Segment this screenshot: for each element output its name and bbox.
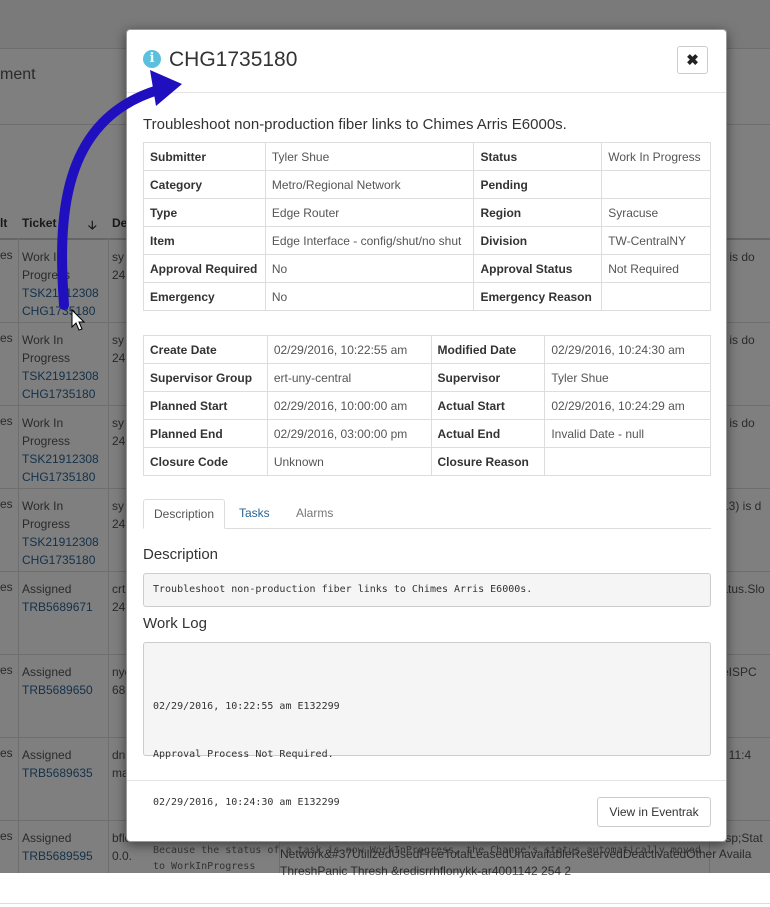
field-label: Status [473,142,603,171]
detail-tabs: Description Tasks Alarms [143,499,711,529]
field-label: Pending [473,170,603,199]
modal-title: CHG1735180 [169,48,298,71]
field-value: Work In Progress [601,142,711,171]
field-label: Submitter [143,142,266,171]
info-icon: i [143,50,161,68]
view-in-eventrak-button[interactable]: View in Eventrak [597,797,711,827]
tab-alarms[interactable]: Alarms [286,499,343,528]
tab-tasks[interactable]: Tasks [229,499,280,528]
field-value [601,170,711,199]
field-value [601,282,711,311]
field-label: Actual End [430,419,546,448]
modal-footer: View in Eventrak [127,780,726,842]
detail-row: Supervisor Group ert-uny-central Superviso… [143,363,711,392]
field-label: Item [143,226,266,255]
field-value: 02/29/2016, 03:00:00 pm [266,419,432,448]
description-heading: Description [143,546,219,563]
field-label: Actual Start [430,391,546,420]
worklog-heading: Work Log [143,615,207,632]
detail-row: Submitter Tyler Shue Status Work In Progres… [143,142,711,171]
description-text: Troubleshoot non-production fiber links … [143,573,711,607]
worklog-line: 02/29/2016, 10:22:55 am E132299 [153,701,340,712]
detail-row: Create Date 02/29/2016, 10:22:55 am Modifi… [143,335,711,364]
field-value: No [264,282,475,311]
field-label: Create Date [143,335,268,364]
change-detail-modal: i CHG1735180 ✖ Troubleshoot non-producti… [126,29,727,872]
close-button[interactable]: ✖ [677,46,708,74]
detail-row: Category Metro/Regional Network Pending [143,170,711,199]
field-label: Supervisor [430,363,546,392]
field-value: Tyler Shue [544,363,711,392]
field-value: Metro/Regional Network [264,170,475,199]
field-value [544,447,711,476]
detail-row: Planned Start 02/29/2016, 10:00:00 am Actu… [143,391,711,420]
field-value: No [264,254,475,283]
field-value: TW-CentralNY [601,226,711,255]
field-label: Supervisor Group [143,363,268,392]
field-label: Emergency Reason [473,282,603,311]
detail-row: Emergency No Emergency Reason [143,282,711,311]
field-label: Modified Date [430,335,546,364]
field-label: Closure Reason [430,447,546,476]
field-value: Edge Interface - config/shut/no shut [264,226,475,255]
field-value: 02/29/2016, 10:00:00 am [266,391,432,420]
field-value: Invalid Date - null [544,419,711,448]
field-label: Approval Required [143,254,266,283]
field-label: Planned Start [143,391,268,420]
detail-row: Type Edge Router Region Syracuse [143,198,711,227]
field-label: Division [473,226,603,255]
worklog-line: Because the status of a task is now Work… [153,845,701,872]
field-value: Syracuse [601,198,711,227]
field-value: Edge Router [264,198,475,227]
detail-row: Closure Code Unknown Closure Reason [143,447,711,476]
change-summary: Troubleshoot non-production fiber links … [143,116,567,133]
detail-row: Approval Required No Approval Status Not Re… [143,254,711,283]
field-label: Approval Status [473,254,603,283]
dates-table: Create Date 02/29/2016, 10:22:55 am Modifi… [143,335,711,476]
modal-header: i CHG1735180 ✖ [127,30,726,93]
field-value: ert-uny-central [266,363,432,392]
field-value: Unknown [266,447,432,476]
field-value: 02/29/2016, 10:24:29 am [544,391,711,420]
detail-row: Item Edge Interface - config/shut/no shut… [143,226,711,255]
field-value: 02/29/2016, 10:24:30 am [544,335,711,364]
field-label: Type [143,198,266,227]
field-label: Category [143,170,266,199]
worklog-line: Approval Process Not Required. [153,749,334,760]
field-label: Emergency [143,282,266,311]
field-value: Not Required [601,254,711,283]
detail-row: Planned End 02/29/2016, 03:00:00 pm Actual… [143,419,711,448]
field-value: 02/29/2016, 10:22:55 am [266,335,432,364]
details-table: Submitter Tyler Shue Status Work In Progres… [143,142,711,311]
field-label: Closure Code [143,447,268,476]
tab-description[interactable]: Description [143,499,226,529]
field-value: Tyler Shue [264,142,475,171]
field-label: Region [473,198,603,227]
worklog-text: 02/29/2016, 10:22:55 am E132299 Approval… [143,642,711,872]
field-label: Planned End [143,419,268,448]
